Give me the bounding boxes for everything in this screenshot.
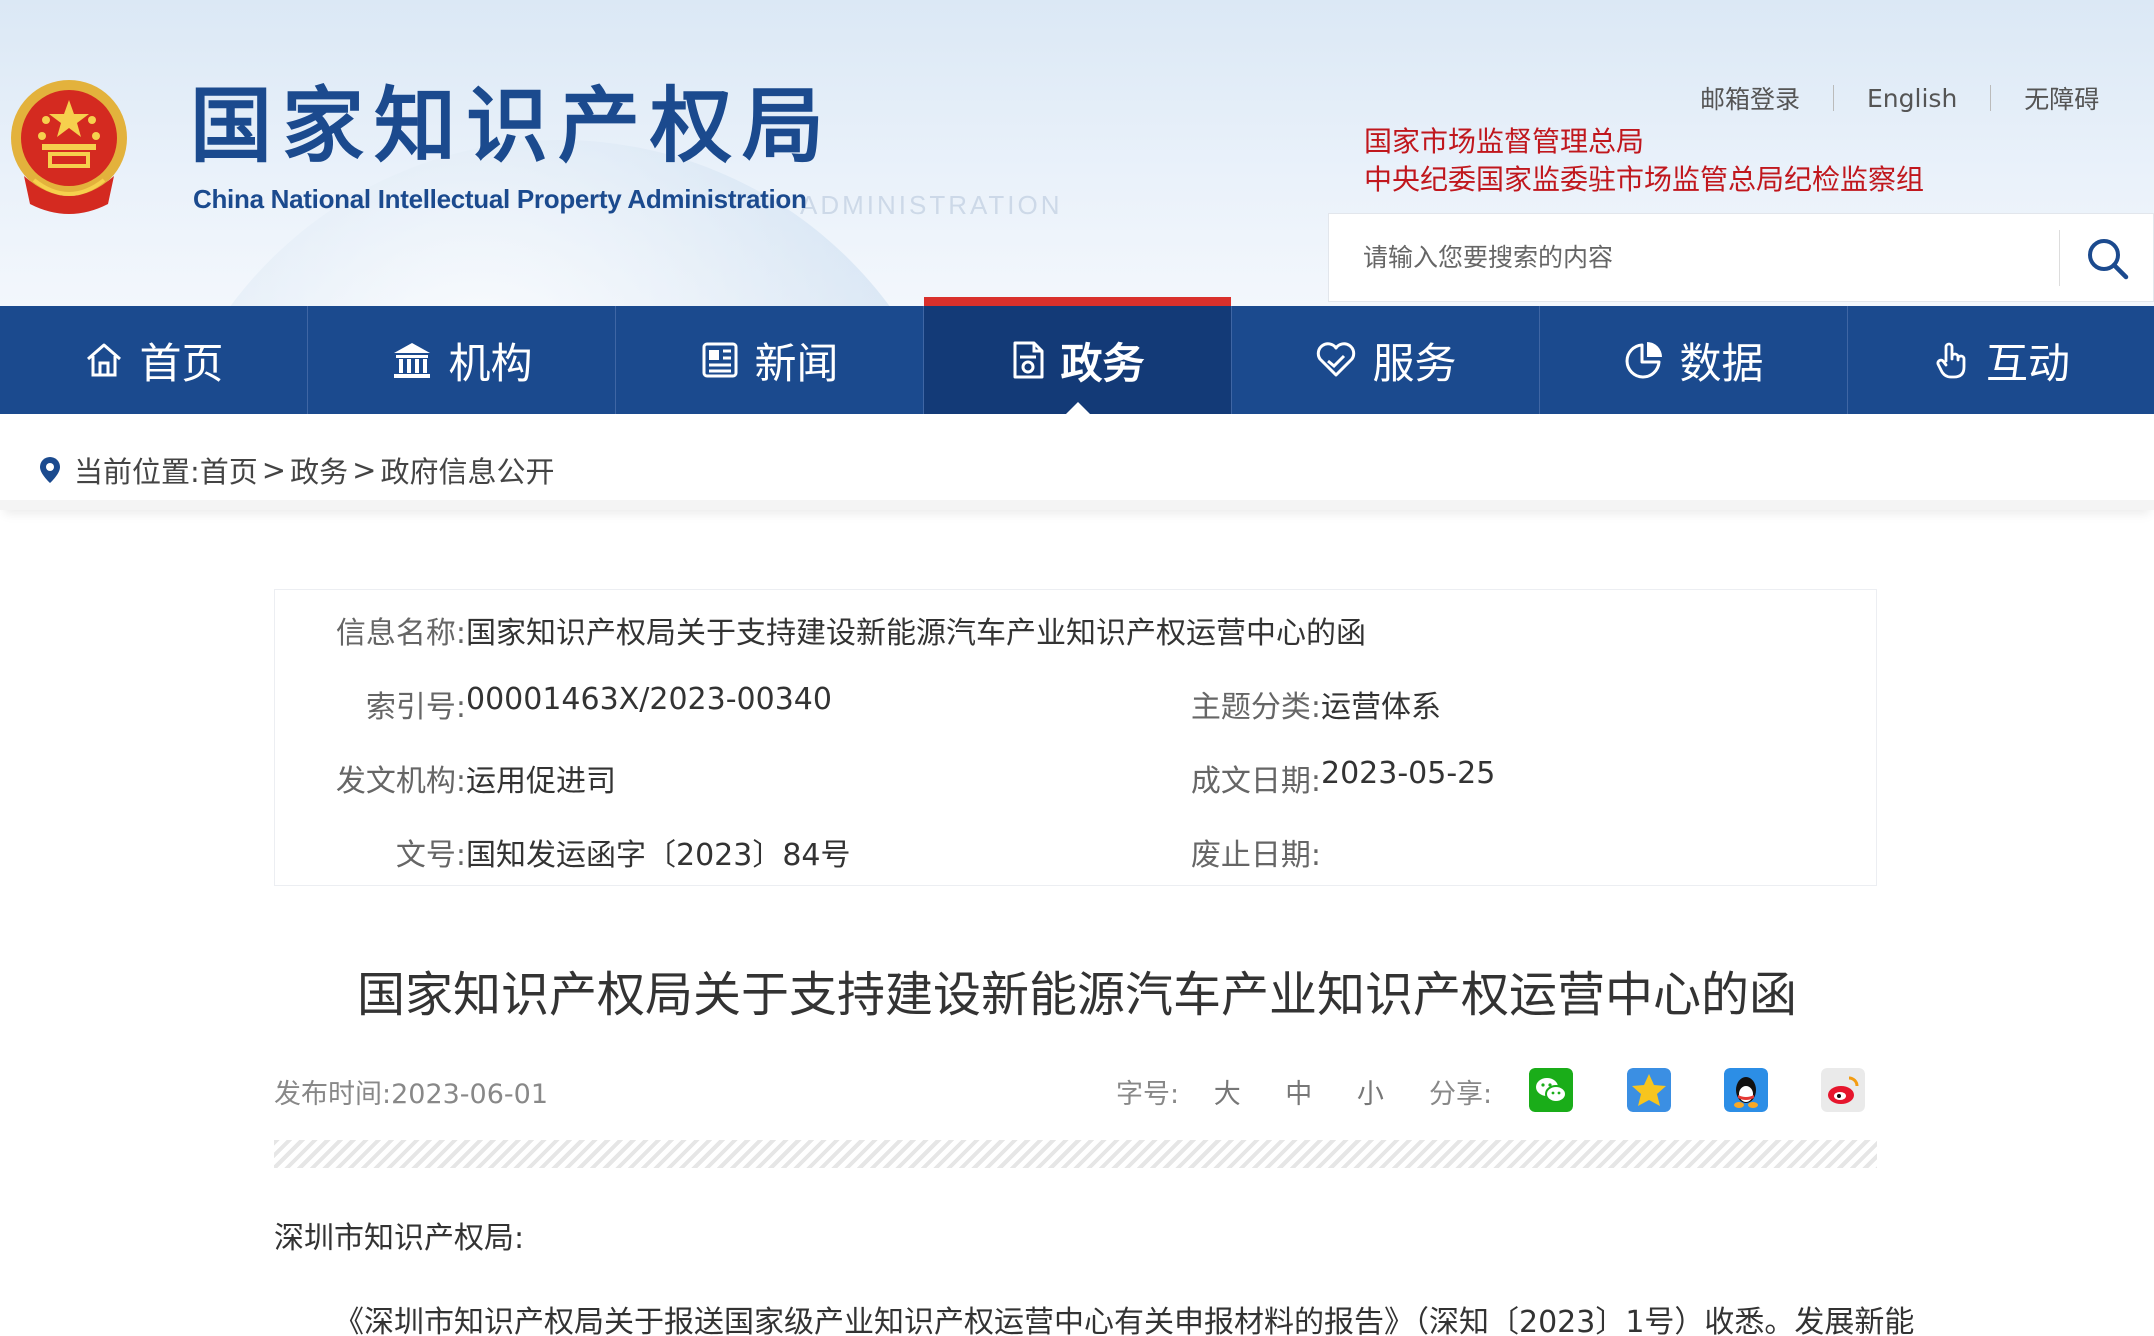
info-topic-field: 主题分类: 运营体系 [275, 682, 1441, 726]
nav-label: 数据 [1679, 338, 1764, 388]
nav-item-institution[interactable]: 机构 [308, 306, 616, 414]
info-topic-label: 主题分类: [1190, 690, 1321, 725]
info-expiry-label: 废止日期: [1190, 838, 1321, 873]
search-icon[interactable] [2081, 232, 2135, 286]
site-header: ADMINISTRATION 国家知识产权局 China National In… [0, 0, 2154, 306]
site-logo-en[interactable]: China National Intellectual Property Adm… [193, 184, 807, 215]
breadcrumb-prefix: 当前位置: [74, 455, 200, 489]
document-info-box: 信息名称: 国家知识产权局关于支持建设新能源汽车产业知识产权运营中心的函 索引号… [274, 589, 1877, 886]
article-paragraph: 《深圳市知识产权局关于报送国家级产业知识产权运营中心有关申报材料的报告》（深知〔… [334, 1305, 1915, 1336]
nav-item-service[interactable]: 服务 [1232, 306, 1540, 414]
nav-label: 新闻 [754, 338, 839, 388]
nav-item-news[interactable]: 新闻 [616, 306, 924, 414]
info-name-value: 国家知识产权局关于支持建设新能源汽车产业知识产权运营中心的函 [466, 616, 1366, 651]
top-links: 邮箱登录 English 无障碍 [1700, 80, 2099, 116]
font-size-label: 字号: [1116, 1079, 1180, 1110]
info-date-field: 成文日期: 2023-05-25 [275, 756, 1495, 800]
info-date-label: 成文日期: [1190, 764, 1321, 799]
search-box [1328, 213, 2154, 302]
nav-item-government-affairs[interactable]: 政务 [924, 297, 1232, 414]
article-meta: 发布时间:2023-06-01 字号: 大 中 小 分享: [274, 1068, 1877, 1112]
main-nav: 首页 机构 新闻 政务 服务 数据 互动 [0, 297, 2154, 414]
institution-icon [394, 343, 431, 378]
info-name-field: 信息名称: 国家知识产权局关于支持建设新能源汽车产业知识产权运营中心的函 [275, 608, 1366, 652]
breadcrumb: 当前位置: 首页 > 政务 > 政府信息公开 [38, 449, 554, 491]
info-expiry-field: 废止日期: [275, 830, 1321, 874]
divider [1990, 85, 1992, 111]
site-logo-cn[interactable]: 国家知识产权局 [190, 86, 834, 168]
hand-pointer-icon [1936, 342, 1966, 379]
accessibility-link[interactable]: 无障碍 [2024, 80, 2099, 116]
nav-label: 互动 [1985, 338, 2070, 388]
qq-icon[interactable] [1724, 1068, 1768, 1112]
publish-time: 发布时间:2023-06-01 [274, 1079, 549, 1110]
article-salutation: 深圳市知识产权局: [274, 1221, 525, 1256]
home-icon [87, 343, 122, 377]
mail-login-link[interactable]: 邮箱登录 [1700, 80, 1800, 116]
breadcrumb-government-affairs[interactable]: 政务 [290, 449, 348, 491]
info-topic-value: 运营体系 [1321, 690, 1441, 725]
nav-label: 政务 [1060, 338, 1145, 388]
search-input[interactable] [1363, 214, 2003, 301]
location-pin-icon [40, 457, 60, 483]
font-size-small[interactable]: 小 [1357, 1072, 1384, 1111]
nav-item-home[interactable]: 首页 [0, 306, 308, 414]
qzone-icon[interactable] [1627, 1068, 1671, 1112]
org-link-samr[interactable]: 国家市场监督管理总局 [1364, 120, 1644, 160]
font-size-medium[interactable]: 中 [1285, 1072, 1312, 1111]
nav-item-data[interactable]: 数据 [1540, 306, 1848, 414]
info-name-label: 信息名称: [335, 616, 466, 651]
share-label: 分享: [1429, 1079, 1493, 1110]
pie-chart-icon [1626, 342, 1663, 379]
nav-label: 服务 [1372, 338, 1457, 388]
nav-label: 机构 [448, 338, 533, 388]
national-emblem-icon [11, 80, 127, 214]
wechat-icon[interactable] [1529, 1068, 1573, 1112]
org-link-inspection[interactable]: 中央纪委国家监委驻市场监管总局纪检监察组 [1364, 158, 1924, 198]
nav-label: 首页 [139, 338, 224, 388]
search-divider [2059, 230, 2060, 286]
font-size-large[interactable]: 大 [1214, 1072, 1241, 1111]
breadcrumb-bar: 当前位置: 首页 > 政务 > 政府信息公开 [0, 414, 2154, 510]
watermark-text: ADMINISTRATION [800, 190, 1063, 220]
breadcrumb-gov-info-disclosure[interactable]: 政府信息公开 [380, 449, 554, 491]
document-icon [1013, 341, 1044, 379]
info-date-value: 2023-05-25 [1321, 756, 1496, 791]
service-icon [1317, 342, 1356, 377]
divider-stripe [274, 1140, 1877, 1168]
news-icon [702, 342, 738, 378]
weibo-icon[interactable] [1821, 1068, 1865, 1112]
english-link[interactable]: English [1867, 84, 1957, 113]
article-title: 国家知识产权局关于支持建设新能源汽车产业知识产权运营中心的函 [356, 967, 1797, 1023]
font-size-switcher: 字号: 大 中 小 [1116, 1072, 1384, 1111]
nav-item-interaction[interactable]: 互动 [1848, 306, 2154, 414]
divider [1833, 85, 1835, 111]
breadcrumb-separator: > [261, 453, 287, 487]
breadcrumb-separator: > [352, 453, 377, 487]
breadcrumb-home[interactable]: 首页 [200, 449, 258, 491]
